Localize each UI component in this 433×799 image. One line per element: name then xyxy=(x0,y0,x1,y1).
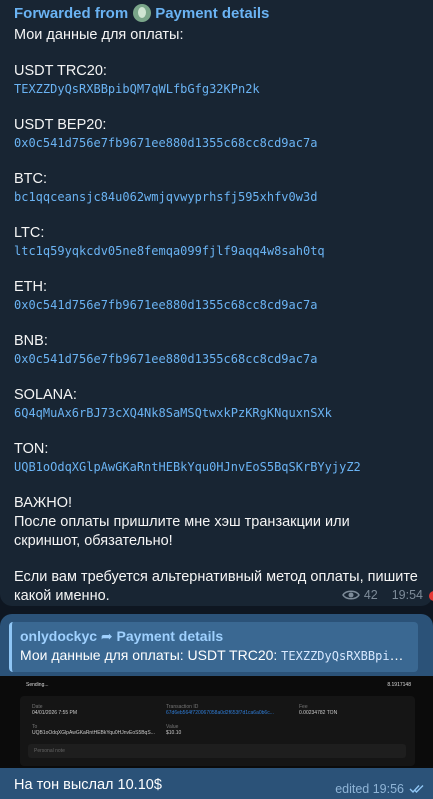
address-entry: TON: UQB1oOdqXGlpAwGKaRntHEBkYqu0HJnvEoS5… xyxy=(14,440,419,476)
post-intro: Мои данные для оплаты: xyxy=(14,27,184,43)
attached-screenshot[interactable]: Sending... 8.1917148 Date 04/01/2026 7:5… xyxy=(0,676,433,768)
shot-fee: Fee 0.00234782 TON xyxy=(299,704,338,716)
reply-author: onlydockyc xyxy=(20,628,98,644)
forwarded-message-bubble[interactable]: Forwarded from Payment details Мои данны… xyxy=(0,0,433,606)
reaction-heart-icon[interactable] xyxy=(429,591,433,601)
wallet-address[interactable]: 6Q4qMuAx6rBJ73cXQ4Nk8SaMSQtwxkPzKRgKNqux… xyxy=(14,404,419,422)
address-entry: BTC: bc1qqceansjc84u062wmjqvwyprhsfj595xh… xyxy=(14,170,419,206)
shot-amount: 8.1917148 xyxy=(387,682,411,688)
note-instructions: После оплаты пришлите мне хэш транзакции… xyxy=(14,514,350,549)
currency-label: BTC: xyxy=(14,171,48,187)
edited-time: edited 19:56 xyxy=(335,782,404,796)
eye-icon xyxy=(341,590,360,600)
reply-header: onlydockyc ➦ Payment details xyxy=(20,627,410,645)
shot-value: Value $10.10 xyxy=(166,724,182,736)
channel-avatar-icon[interactable] xyxy=(133,4,152,22)
address-entry: LTC: ltc1q59yqkcdv05ne8femqa099fjlf9aqq4w… xyxy=(14,224,419,260)
currency-label: USDT BEP20: xyxy=(14,117,107,133)
wallet-address[interactable]: 0x0c541d756e7fb9671ee880d1355c68cc8cd9ac… xyxy=(14,296,419,314)
channel-name-link[interactable]: Payment details xyxy=(155,5,269,22)
message-meta: 42 19:54 xyxy=(341,588,423,602)
address-entry: SOLANA: 6Q4qMuAx6rBJ73cXQ4Nk8SaMSQtwxkPzK… xyxy=(14,386,419,422)
address-entry: USDT TRC20: TEXZZDyQsRXBBpibQM7qWLfbGfg32… xyxy=(14,62,419,98)
wallet-address[interactable]: TEXZZDyQsRXBBpibQM7qWLfbGfg32KPn2k xyxy=(14,80,419,98)
currency-label: LTC: xyxy=(14,225,45,241)
shot-date: Date 04/01/2026 7:55 PM xyxy=(32,704,78,716)
address-entry: USDT BEP20: 0x0c541d756e7fb9671ee880d1355… xyxy=(14,116,419,152)
wallet-address[interactable]: UQB1oOdqXGlpAwGKaRntHEBkYqu0HJnvEoS5BqSK… xyxy=(14,458,419,476)
wallet-address[interactable]: bc1qqceansjc84u062wmjqvwyprhsfj595xhfv0w… xyxy=(14,188,419,206)
wallet-address[interactable]: ltc1q59yqkcdv05ne8femqa099fjlf9aqq4w8sah… xyxy=(14,242,419,260)
currency-label: USDT TRC20: xyxy=(14,63,107,79)
important-label: ВАЖНО! xyxy=(14,495,73,511)
message-text: На тон выслал 10.10$ xyxy=(14,777,162,793)
reply-source: Payment details xyxy=(116,628,224,644)
shot-panel: Date 04/01/2026 7:55 PM Transaction ID 6… xyxy=(20,696,415,766)
wallet-address[interactable]: 0x0c541d756e7fb9671ee880d1355c68cc8cd9ac… xyxy=(14,350,419,368)
message-time: 19:54 xyxy=(391,588,423,602)
address-entry: ETH: 0x0c541d756e7fb9671ee880d1355c68cc8c… xyxy=(14,278,419,314)
reply-quote[interactable]: onlydockyc ➦ Payment details Мои данные … xyxy=(9,622,418,672)
reply-snippet: Мои данные для оплаты: USDT TRC20: TEXZZ… xyxy=(20,645,410,666)
currency-label: ETH: xyxy=(14,279,48,295)
shot-title: Sending... xyxy=(26,682,49,688)
currency-label: SOLANA: xyxy=(14,387,77,403)
view-count: 42 xyxy=(363,588,378,602)
reply-snippet-text: Мои данные для оплаты: USDT TRC20: xyxy=(20,647,282,663)
shot-txid: Transaction ID 67d6eb564f720067058a0d2f6… xyxy=(166,704,274,716)
outgoing-meta: edited 19:56 xyxy=(335,782,425,796)
shot-note-box: Personal note xyxy=(28,744,406,758)
reply-snippet-address: TEXZZDyQsRXBBpibQM... xyxy=(281,649,410,663)
currency-label: TON: xyxy=(14,441,49,457)
forward-arrow-icon: ➦ xyxy=(100,628,113,644)
forwarded-prefix: Forwarded from xyxy=(14,4,129,22)
currency-label: BNB: xyxy=(14,333,48,349)
address-list: USDT TRC20: TEXZZDyQsRXBBpibQM7qWLfbGfg32… xyxy=(14,62,419,476)
outgoing-message-bubble[interactable]: onlydockyc ➦ Payment details Мои данные … xyxy=(0,614,433,799)
forwarded-header[interactable]: Forwarded from Payment details xyxy=(14,4,419,22)
shot-to: To UQB1oOdqXGlpAwGKaRntHEBkYqu0HJnvEoS5B… xyxy=(32,724,155,736)
wallet-address[interactable]: 0x0c541d756e7fb9671ee880d1355c68cc8cd9ac… xyxy=(14,134,419,152)
address-entry: BNB: 0x0c541d756e7fb9671ee880d1355c68cc8c… xyxy=(14,332,419,368)
double-check-icon xyxy=(409,785,424,794)
